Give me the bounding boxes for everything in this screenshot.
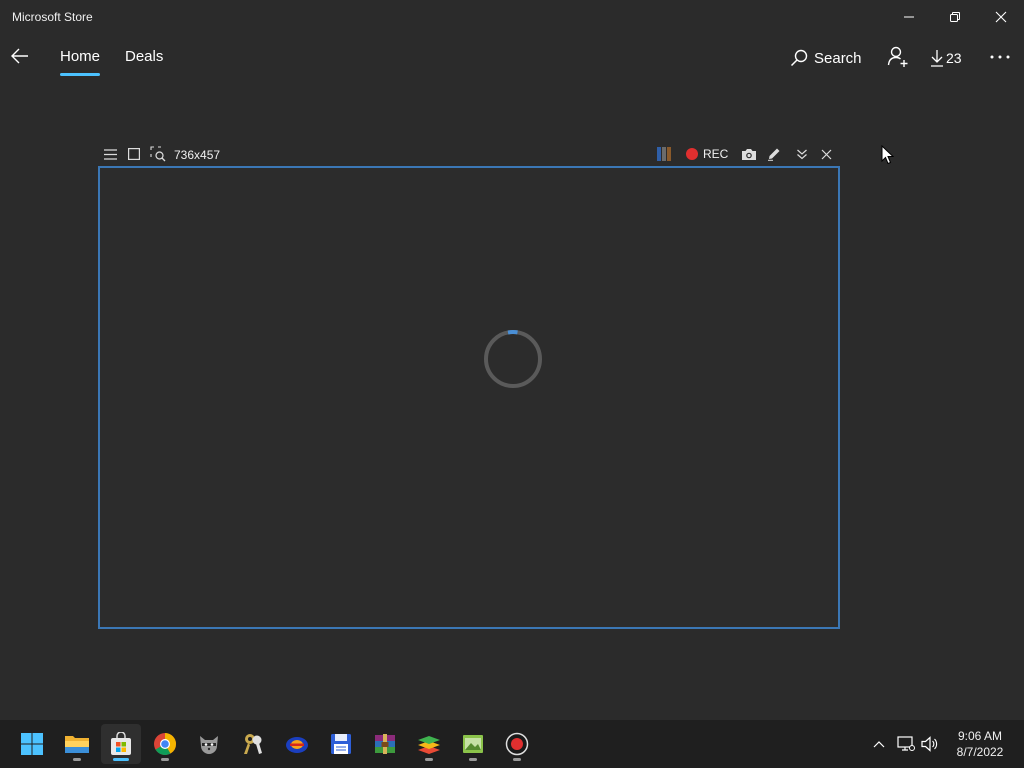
winrar-icon <box>375 734 395 754</box>
chevron-up-icon <box>873 741 885 748</box>
clock[interactable]: 9:06 AM 8/7/2022 <box>940 728 1020 760</box>
double-chevron-down-icon <box>797 149 807 160</box>
annotate-button[interactable] <box>767 146 781 162</box>
taskbar-microsoft-store[interactable] <box>101 724 141 764</box>
taskbar-winrar[interactable] <box>365 724 405 764</box>
image-editor-icon <box>463 735 483 753</box>
taskbar-recorder[interactable] <box>497 724 537 764</box>
capture-menu-button[interactable] <box>103 146 117 162</box>
downloads-count: 23 <box>946 50 962 66</box>
show-hidden-icons-button[interactable] <box>867 732 891 756</box>
taskbar-raccoon-app[interactable] <box>189 724 229 764</box>
region-zoom-icon <box>150 146 166 162</box>
disc-app-icon <box>286 737 308 753</box>
microsoft-store-icon <box>111 732 131 755</box>
start-button[interactable] <box>12 724 52 764</box>
pencil-icon <box>768 148 780 161</box>
more-dots-icon <box>990 55 1010 59</box>
back-button[interactable] <box>6 42 34 70</box>
bluestacks-icon <box>418 736 440 754</box>
add-account-icon <box>887 46 908 67</box>
title-bar: Microsoft Store <box>0 0 1024 33</box>
hamburger-menu-icon <box>103 148 117 160</box>
running-indicator <box>113 758 129 761</box>
file-explorer-icon <box>65 736 89 753</box>
active-tab-indicator <box>60 73 100 76</box>
taskbar-chrome[interactable] <box>145 724 185 764</box>
running-indicator <box>161 758 169 761</box>
downloads-button[interactable]: 23 <box>930 45 962 71</box>
restore-icon <box>950 11 960 22</box>
network-button[interactable] <box>894 732 918 756</box>
record-label: REC <box>703 147 729 161</box>
capture-close-button[interactable] <box>820 146 832 162</box>
raccoon-app-icon <box>200 736 218 754</box>
search-label: Search <box>814 49 862 67</box>
taskbar-save-app[interactable] <box>321 724 361 764</box>
more-options-button[interactable] <box>988 44 1012 70</box>
capture-toolbar: 736x457 REC <box>98 142 840 166</box>
window-title: Microsoft Store <box>12 10 93 24</box>
search-button[interactable]: Search <box>790 45 862 71</box>
expand-button[interactable] <box>796 146 808 162</box>
network-icon <box>897 736 915 751</box>
color-palette-button[interactable] <box>657 146 673 162</box>
running-indicator <box>73 758 81 761</box>
download-icon <box>931 50 943 67</box>
close-icon <box>821 149 831 159</box>
close-icon <box>995 11 1007 22</box>
taskbar-bluestacks[interactable] <box>409 724 449 764</box>
close-button[interactable] <box>978 0 1024 33</box>
chrome-icon <box>154 733 176 755</box>
taskbar-keys-app[interactable] <box>233 724 273 764</box>
clock-time: 9:06 AM <box>957 729 1003 743</box>
taskbar-file-explorer[interactable] <box>57 724 97 764</box>
screenshot-button[interactable] <box>741 146 757 162</box>
start-icon <box>21 733 43 755</box>
volume-icon <box>921 736 938 752</box>
rectangle-select-icon <box>127 148 140 160</box>
mouse-cursor-icon <box>881 145 894 165</box>
running-indicator <box>469 758 477 761</box>
taskbar-image-editor[interactable] <box>453 724 493 764</box>
running-indicator <box>425 758 433 761</box>
camera-icon <box>742 148 756 160</box>
running-indicator <box>513 758 521 761</box>
minimize-button[interactable] <box>886 0 932 33</box>
capture-region-button[interactable] <box>127 146 140 162</box>
loading-spinner-icon <box>484 330 542 388</box>
record-icon <box>505 732 529 756</box>
taskbar: 9:06 AM 8/7/2022 <box>0 720 1024 768</box>
record-button[interactable]: REC <box>686 146 728 162</box>
tab-deals[interactable]: Deals <box>125 48 163 65</box>
color-bars-icon <box>657 147 671 161</box>
store-nav-bar: Home Deals Search 23 <box>0 36 1024 80</box>
tab-home[interactable]: Home <box>60 48 100 65</box>
record-dot-icon <box>686 148 698 160</box>
clock-date: 8/7/2022 <box>956 745 1004 759</box>
back-arrow-icon <box>11 48 28 64</box>
capture-zoom-button[interactable] <box>150 146 166 162</box>
capture-region-frame[interactable] <box>98 166 840 629</box>
account-button[interactable] <box>885 44 911 70</box>
restore-button[interactable] <box>932 0 978 33</box>
keys-app-icon <box>244 734 262 754</box>
taskbar-disc-app[interactable] <box>277 724 317 764</box>
minimize-icon <box>904 16 914 17</box>
search-icon <box>790 49 808 67</box>
volume-button[interactable] <box>918 732 942 756</box>
capture-size-readout: 736x457 <box>174 148 221 162</box>
floppy-save-icon <box>331 734 351 754</box>
